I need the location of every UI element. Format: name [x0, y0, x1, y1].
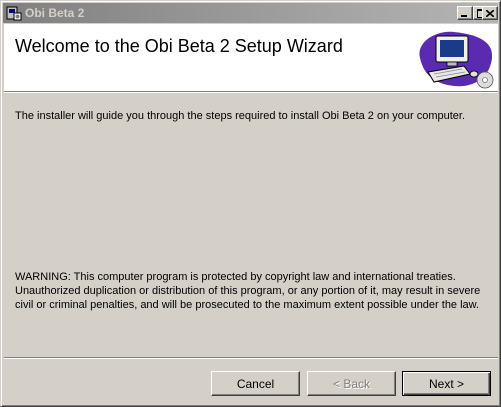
installer-icon	[6, 5, 22, 21]
close-button[interactable]	[482, 6, 498, 20]
computer-setup-graphic	[414, 28, 498, 90]
window-title: Obi Beta 2	[25, 6, 85, 20]
back-label: < Back	[332, 376, 371, 391]
wizard-header: Welcome to the Obi Beta 2 Setup Wizard	[4, 24, 498, 91]
page-title: Welcome to the Obi Beta 2 Setup Wizard	[15, 36, 343, 56]
copyright-warning: WARNING: This computer program is protec…	[15, 271, 481, 311]
title-bar[interactable]: Obi Beta 2	[3, 3, 498, 23]
cancel-label: Cancel	[236, 376, 275, 391]
button-divider-highlight	[4, 358, 498, 359]
back-button[interactable]: < Back	[307, 371, 396, 396]
intro-text: The installer will guide you through the…	[15, 110, 466, 122]
next-label: Next >	[428, 376, 464, 391]
setup-wizard-window: Obi Beta 2 Welcome to the Obi Beta 2 Set…	[0, 0, 501, 407]
next-button[interactable]: Next >	[402, 371, 491, 396]
header-divider-highlight	[4, 92, 498, 93]
cancel-button[interactable]: Cancel	[211, 371, 300, 396]
close-icon	[486, 9, 494, 17]
minimize-button[interactable]	[457, 6, 473, 20]
minimize-icon	[461, 14, 467, 17]
